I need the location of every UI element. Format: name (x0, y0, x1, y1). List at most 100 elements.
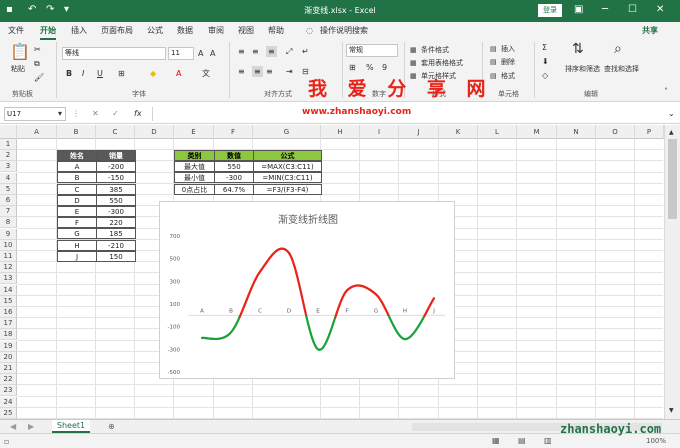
indent-icon[interactable]: ⇥ (286, 66, 293, 77)
table1-header-name[interactable]: 姓名 (57, 150, 97, 161)
table1-sales-cell[interactable]: -300 (96, 206, 136, 217)
page-break-view-icon[interactable]: ▥ (544, 435, 552, 446)
column-header-m[interactable]: M (517, 125, 557, 139)
ribbon-options-icon[interactable]: ▣ (574, 3, 583, 17)
align-middle-icon[interactable]: ≡ (252, 46, 259, 57)
table1-name-cell[interactable]: J (57, 250, 97, 262)
bold-icon[interactable]: B (66, 68, 72, 79)
row-header[interactable]: 13 (0, 273, 17, 285)
name-box[interactable]: U17 (4, 107, 66, 121)
sheet-tab-sheet1[interactable]: Sheet1 (52, 420, 90, 433)
row-header[interactable]: 6 (0, 195, 17, 206)
font-color-icon[interactable]: A (176, 68, 181, 79)
column-header-h[interactable]: H (321, 125, 360, 139)
format-cells-button[interactable]: 格式 (501, 71, 515, 81)
tab-review[interactable]: 审阅 (208, 25, 224, 37)
table2-category-cell[interactable]: 0点占比 (174, 183, 215, 195)
table1-sales-cell[interactable]: 220 (96, 217, 136, 229)
function-icon[interactable]: fx (134, 108, 142, 119)
tab-home[interactable]: 开始 (40, 25, 56, 40)
table2-value-cell[interactable]: 64.7% (214, 183, 254, 195)
scroll-left-icon[interactable]: ◀ (10, 421, 16, 432)
find-select-icon[interactable]: ⌕ (614, 42, 622, 56)
table1-sales-cell[interactable]: 150 (96, 250, 136, 262)
table2-header-value[interactable]: 数值 (214, 150, 254, 161)
data-point[interactable] (346, 289, 348, 292)
data-point[interactable] (201, 337, 203, 339)
column-header-j[interactable]: J (399, 125, 439, 139)
column-header-k[interactable]: K (439, 125, 478, 139)
data-point[interactable] (375, 293, 377, 296)
paste-button[interactable]: 粘贴 (11, 64, 25, 74)
column-header-b[interactable]: B (57, 125, 96, 139)
table2-formula-cell[interactable]: =MAX(C3:C11) (253, 161, 322, 173)
column-header-g[interactable]: G (253, 125, 321, 139)
expand-formula-icon[interactable]: ⌄ (668, 108, 675, 119)
table2-category-cell[interactable]: 最小值 (174, 172, 215, 184)
row-header[interactable]: 25 (0, 407, 17, 419)
conditional-format-button[interactable]: 条件格式 (421, 45, 449, 55)
row-header[interactable]: 5 (0, 183, 17, 195)
table1-sales-cell[interactable]: -150 (96, 172, 136, 184)
paste-icon[interactable]: 📋 (10, 44, 30, 60)
name-box-dropdown-icon[interactable]: ▾ (58, 108, 62, 119)
row-header[interactable]: 9 (0, 228, 17, 240)
data-point[interactable] (433, 297, 435, 300)
row-header[interactable]: 3 (0, 161, 17, 173)
table1-name-cell[interactable]: H (57, 239, 97, 251)
maximize-icon[interactable]: ☐ (628, 3, 637, 17)
shrink-font-icon[interactable]: A (210, 48, 215, 59)
table1-name-cell[interactable]: B (57, 172, 97, 184)
scroll-thumb[interactable] (668, 139, 677, 219)
page-layout-view-icon[interactable]: ▤ (518, 435, 526, 446)
scroll-up-icon[interactable]: ▲ (669, 127, 674, 138)
tab-help[interactable]: 帮助 (268, 25, 284, 37)
select-all-corner[interactable] (0, 125, 17, 139)
row-header[interactable]: 22 (0, 374, 17, 386)
align-top-icon[interactable]: ≡ (238, 46, 245, 57)
insert-cells-button[interactable]: 插入 (501, 44, 515, 54)
column-header-l[interactable]: L (478, 125, 517, 139)
tab-formulas[interactable]: 公式 (147, 25, 163, 37)
cancel-icon[interactable]: ✕ (92, 108, 99, 119)
copy-icon[interactable]: ⧉ (34, 58, 40, 69)
tab-insert[interactable]: 插入 (71, 25, 87, 37)
align-left-icon[interactable]: ≡ (238, 66, 245, 77)
underline-icon[interactable]: U (97, 68, 103, 79)
fill-icon[interactable]: ⬇ (542, 56, 549, 67)
clear-icon[interactable]: ◇ (542, 70, 548, 81)
autosum-icon[interactable]: Σ (542, 42, 547, 53)
enter-icon[interactable]: ✓ (112, 108, 119, 119)
table2-formula-cell[interactable]: =MIN(C3:C11) (253, 172, 322, 184)
table1-name-cell[interactable]: E (57, 206, 97, 217)
column-header-c[interactable]: C (96, 125, 135, 139)
zoom-level[interactable]: 100% (646, 436, 666, 447)
normal-view-icon[interactable]: ▦ (492, 435, 500, 446)
column-header-d[interactable]: D (135, 125, 174, 139)
table-format-button[interactable]: 套用表格格式 (421, 58, 463, 68)
row-header[interactable]: 19 (0, 340, 17, 352)
row-header[interactable]: 10 (0, 239, 17, 251)
table1-header-sales[interactable]: 销量 (96, 150, 136, 161)
minimize-icon[interactable]: ─ (602, 3, 608, 17)
column-header-i[interactable]: I (360, 125, 399, 139)
currency-icon[interactable]: ⊞ (349, 62, 356, 73)
row-header[interactable]: 2 (0, 150, 17, 162)
row-header[interactable]: 16 (0, 307, 17, 318)
data-point[interactable] (288, 252, 290, 254)
macro-record-icon[interactable]: ▫ (4, 436, 9, 447)
row-header[interactable]: 18 (0, 329, 17, 341)
table1-name-cell[interactable]: A (57, 161, 97, 173)
row-header[interactable]: 12 (0, 262, 17, 274)
share-button[interactable]: 共享 (642, 24, 658, 37)
font-size-select[interactable]: 11 (168, 47, 194, 60)
table1-sales-cell[interactable]: 185 (96, 228, 136, 240)
table2-formula-cell[interactable]: =F3/(F3-F4) (253, 183, 322, 195)
data-point[interactable] (259, 270, 261, 273)
sort-filter-icon[interactable]: ⇅ (572, 42, 584, 56)
table2-header-formula[interactable]: 公式 (253, 150, 322, 161)
borders-icon[interactable]: ⊞ (118, 68, 125, 79)
table2-header-category[interactable]: 类别 (174, 150, 215, 161)
collapse-ribbon-icon[interactable]: ˄ (664, 86, 668, 97)
row-header[interactable]: 21 (0, 363, 17, 374)
